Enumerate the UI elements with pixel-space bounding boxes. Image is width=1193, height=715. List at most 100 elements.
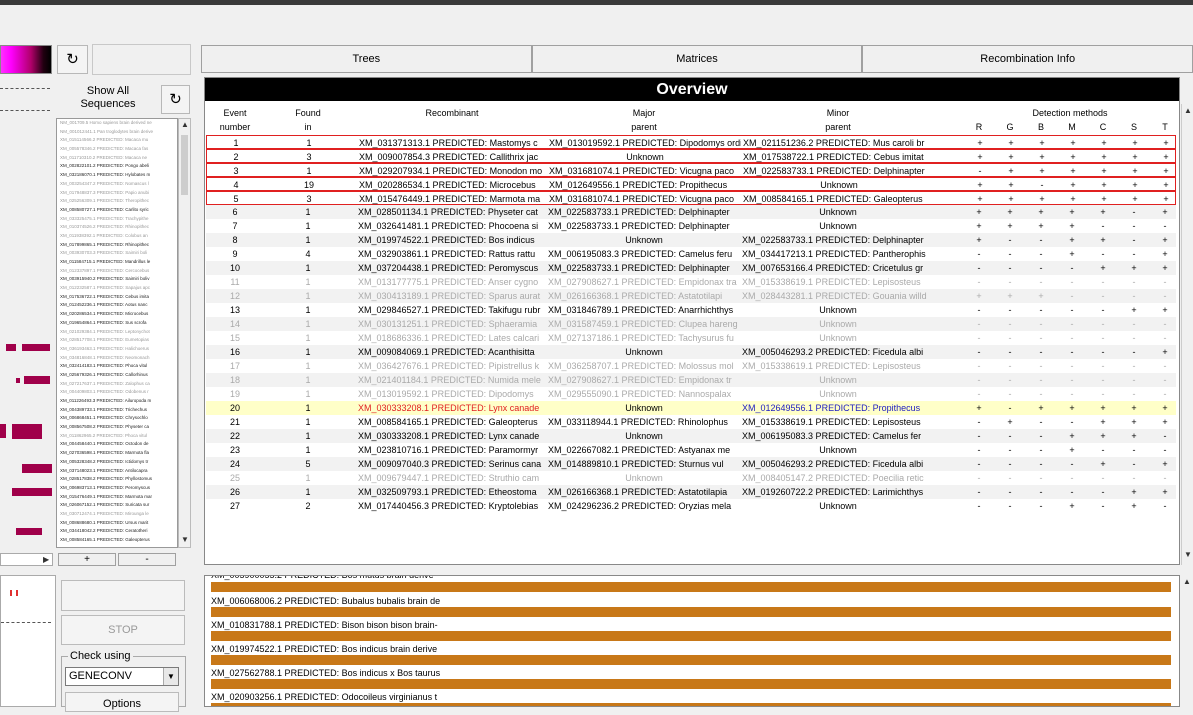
sequence-list-item[interactable]: XM_030712474.1 PREDICTED: Mirounga le [57,510,177,519]
scroll-up-icon[interactable]: ▲ [181,120,189,129]
event-row[interactable]: 10 1 XM_037204438.1 PREDICTED: Peromyscus X… [206,261,1176,275]
sequence-list-item[interactable]: XM_027217637.1 PREDICTED: Zalophus ca [57,380,177,389]
event-row[interactable]: 27 2 XM_017440456.3 PREDICTED: Kryptolebia… [206,499,1176,513]
refresh-sequences-button[interactable]: ↻ [161,85,190,114]
sequence-list-item[interactable]: XM_028517708.1 PREDICTED: Eumetopias [57,336,177,345]
sequence-list-item[interactable]: XM_012232587.1 PREDICTED: Sapajus apc [57,284,177,293]
sequence-list-item[interactable]: XM_017536722.1 PREDICTED: Cebus imita [57,293,177,302]
sequence-list-item[interactable]: XM_034816848.1 PREDICTED: Neomonach [57,354,177,363]
add-button[interactable]: + [58,553,116,566]
sequence-list-item[interactable]: XM_019654864.1 PREDICTED: Sus scrofa [57,319,177,328]
event-row[interactable]: 12 1 XM_030413189.1 PREDICTED: Sparus aura… [206,289,1176,303]
sequence-list-item[interactable]: XM_011710310.2 PREDICTED: Macaca ne [57,154,177,163]
sequence-list-item[interactable]: XM_005328348.2 PREDICTED: Ictidomys tr [57,458,177,467]
tab-recombination-info[interactable]: Recombination Info [862,45,1193,73]
scroll-up-icon[interactable]: ▲ [1183,577,1191,586]
sequence-list-item[interactable]: XM_026872222.1 PREDICTED: Ursus arcto [57,545,177,547]
sequence-list-item[interactable]: XM_037148023.1 PREDICTED: Antilocapra [57,467,177,476]
blank-button[interactable] [92,44,191,75]
scroll-down-icon[interactable]: ▼ [181,535,189,544]
sequence-list-item[interactable]: XM_004458440.1 PREDICTED: Octodon de [57,440,177,449]
sequence-list-item[interactable]: XM_008688680.1 PREDICTED: Ursus marit [57,519,177,528]
event-row[interactable]: 11 1 XM_013177775.1 PREDICTED: Anser cygno… [206,275,1176,289]
event-row[interactable]: 5 3 XM_015476449.1 PREDICTED: Marmota ma XM… [206,191,1176,205]
event-row[interactable]: 23 1 XM_023810716.1 PREDICTED: Paramormyr X… [206,443,1176,457]
tab-trees[interactable]: Trees [201,45,532,73]
tab-matrices[interactable]: Matrices [531,45,863,73]
remove-button[interactable]: - [118,553,176,566]
method-select[interactable]: GENECONV ▼ [65,667,179,686]
sequence-list-item[interactable]: XM_004409803.1 PREDICTED: Odobenus r [57,388,177,397]
event-row[interactable]: 25 1 XM_009679447.1 PREDICTED: Struthio ca… [206,471,1176,485]
event-row[interactable]: 21 1 XM_008584165.1 PREDICTED: Galeopterus… [206,415,1176,429]
sequence-list-item[interactable]: XM_003254347.2 PREDICTED: Nomascus l [57,180,177,189]
detail-scrollbar[interactable]: ▲ [1181,575,1193,707]
sequence-list-item[interactable]: XM_032414183.1 PREDICTED: Phoca vitul [57,362,177,371]
sequence-list-item[interactable]: XM_012452236.1 PREDICTED: Aotus nanc [57,301,177,310]
sequence-list-item[interactable]: XM_027036598.1 PREDICTED: Marmota fla [57,449,177,458]
scroll-right-icon[interactable]: ▶ [43,555,49,564]
event-row[interactable]: 26 1 XM_032509793.1 PREDICTED: Etheostoma X… [206,485,1176,499]
sequence-list-item[interactable]: XM_017899865.1 PREDICTED: Rhinopithec [57,241,177,250]
event-row[interactable]: 2 3 XM_009007854.3 PREDICTED: Callithrix j… [206,149,1176,163]
sequence-list-item[interactable]: XM_006868451.1 PREDICTED: Chrysochlo [57,414,177,423]
scroll-up-icon[interactable]: ▲ [1184,106,1192,115]
event-row[interactable]: 1 1 XM_031371313.1 PREDICTED: Mastomys c XM… [206,135,1176,149]
event-row[interactable]: 3 1 XM_029207934.1 PREDICTED: Monodon mo XM… [206,163,1176,177]
sequence-list-item[interactable]: XM_015476449.1 PREDICTED: Marmota mar [57,493,177,502]
sequence-list-item[interactable]: XM_021029384.1 PREDICTED: Leptonychot [57,328,177,337]
chevron-down-icon[interactable]: ▼ [163,668,178,685]
sequence-list-item[interactable]: XM_012337897.1 PREDICTED: Cercocebus [57,267,177,276]
event-row[interactable]: 7 1 XM_032641481.1 PREDICTED: Phocoena si X… [206,219,1176,233]
sequence-list-item[interactable]: XM_034418042.2 PREDICTED: Ceratotheri [57,527,177,536]
sequence-list-item[interactable]: XM_017948837.3 PREDICTED: Papio anubi [57,189,177,198]
sequence-list-item[interactable]: XM_036193463.1 PREDICTED: Halichoerus [57,345,177,354]
event-row[interactable]: 6 1 XM_028501134.1 PREDICTED: Physeter cat… [206,205,1176,219]
sequence-list-item[interactable]: XM_033325475.1 PREDICTED: Trachypithe [57,215,177,224]
sequence-list-item[interactable]: XM_011938392.1 PREDICTED: Colobus an [57,232,177,241]
sequence-list-item[interactable]: XM_015114566.2 PREDICTED: Macaca mu [57,136,177,145]
sequence-list-item[interactable]: XM_004389733.1 PREDICTED: Trichechus [57,406,177,415]
sequence-list-item[interactable]: XM_008584165.1 PREDICTED: Galeopterus [57,536,177,545]
blank-action-button[interactable] [61,580,185,611]
event-row[interactable]: 24 5 XM_009097040.3 PREDICTED: Serinus can… [206,457,1176,471]
sequence-list-item[interactable]: XM_010374526.2 PREDICTED: Rhinopithec [57,223,177,232]
sequence-list-item[interactable]: XM_003930703.3 PREDICTED: Saimiri boli [57,249,177,258]
event-row[interactable]: 13 1 XM_029846527.1 PREDICTED: Takifugu ru… [206,303,1176,317]
sequence-list-item[interactable]: XM_008567508.2 PREDICTED: Physeter ca [57,423,177,432]
sequence-list-item[interactable]: XM_002822101.2 PREDICTED: Pongo abeli [57,162,177,171]
event-row[interactable]: 4 19 XM_020286534.1 PREDICTED: Microcebus X… [206,177,1176,191]
sequence-list-item[interactable]: XM_025256309.1 PREDICTED: Theropithec [57,197,177,206]
event-row[interactable]: 15 1 XM_018686336.1 PREDICTED: Lates calca… [206,331,1176,345]
event-row[interactable]: 9 4 XM_032903861.1 PREDICTED: Rattus rattu… [206,247,1176,261]
sequence-list-item[interactable]: XM_026067152.1 PREDICTED: Suricata sur [57,501,177,510]
event-row[interactable]: 22 1 XM_030333208.1 PREDICTED: Lynx canade… [206,429,1176,443]
event-row[interactable]: 18 1 XM_021401184.1 PREDICTED: Numida mele… [206,373,1176,387]
overview-scrollbar[interactable]: ▲ ▼ [1181,104,1193,565]
sequence-list-scrollbar[interactable]: ▲ ▼ [178,118,191,548]
sequence-list-item[interactable]: XM_020286534.1 PREDICTED: Microcebus [57,310,177,319]
event-row[interactable]: 8 1 XM_019974522.1 PREDICTED: Bos indicus U… [206,233,1176,247]
sequence-list-item[interactable]: NM_001709.5 Homo sapiens brain derived n… [57,119,177,128]
sequence-list-item[interactable]: XM_025679326.1 PREDICTED: Callorhinus [57,371,177,380]
options-button[interactable]: Options [65,692,179,712]
horizontal-scrollbar[interactable]: ▶ [0,553,53,566]
event-row[interactable]: 20 1 XM_030333208.1 PREDICTED: Lynx canade… [206,401,1176,415]
event-row[interactable]: 16 1 XM_009084069.1 PREDICTED: Acanthisitt… [206,345,1176,359]
sequence-list-item[interactable]: XM_003915940.2 PREDICTED: Saimiri boliv [57,275,177,284]
sequence-list-item[interactable]: XM_008580727.1 PREDICTED: Carlito syric [57,206,177,215]
sequence-list-item[interactable]: XM_011862965.2 PREDICTED: Phoca vitul [57,432,177,441]
sequence-list-item[interactable]: XM_011584715.1 PREDICTED: Mandrillus le [57,258,177,267]
sequence-list-item[interactable]: XM_032186070.1 PREDICTED: Hylobates m [57,171,177,180]
show-all-sequences-button[interactable]: Show All Sequences [56,80,160,115]
sequence-list-item[interactable]: XM_011226493.3 PREDICTED: Ailuropoda m [57,397,177,406]
refresh-button[interactable]: ↻ [57,45,88,74]
stop-button[interactable]: STOP [61,615,185,645]
event-row[interactable]: 14 1 XM_030131251.1 PREDICTED: Sphaeramia X… [206,317,1176,331]
event-row[interactable]: 19 1 XM_013019592.1 PREDICTED: Dipodomys XM… [206,387,1176,401]
sequence-list-item[interactable]: XM_028517838.2 PREDICTED: Phyllostomus [57,475,177,484]
event-row[interactable]: 17 1 XM_036427676.1 PREDICTED: Pipistrellu… [206,359,1176,373]
sequence-list[interactable]: NM_001709.5 Homo sapiens brain derived n… [56,118,178,548]
sequence-list-item[interactable]: XM_005578346.2 PREDICTED: Macaca fas [57,145,177,154]
sequence-list-item[interactable]: XM_006983713.1 PREDICTED: Peromyscus [57,484,177,493]
